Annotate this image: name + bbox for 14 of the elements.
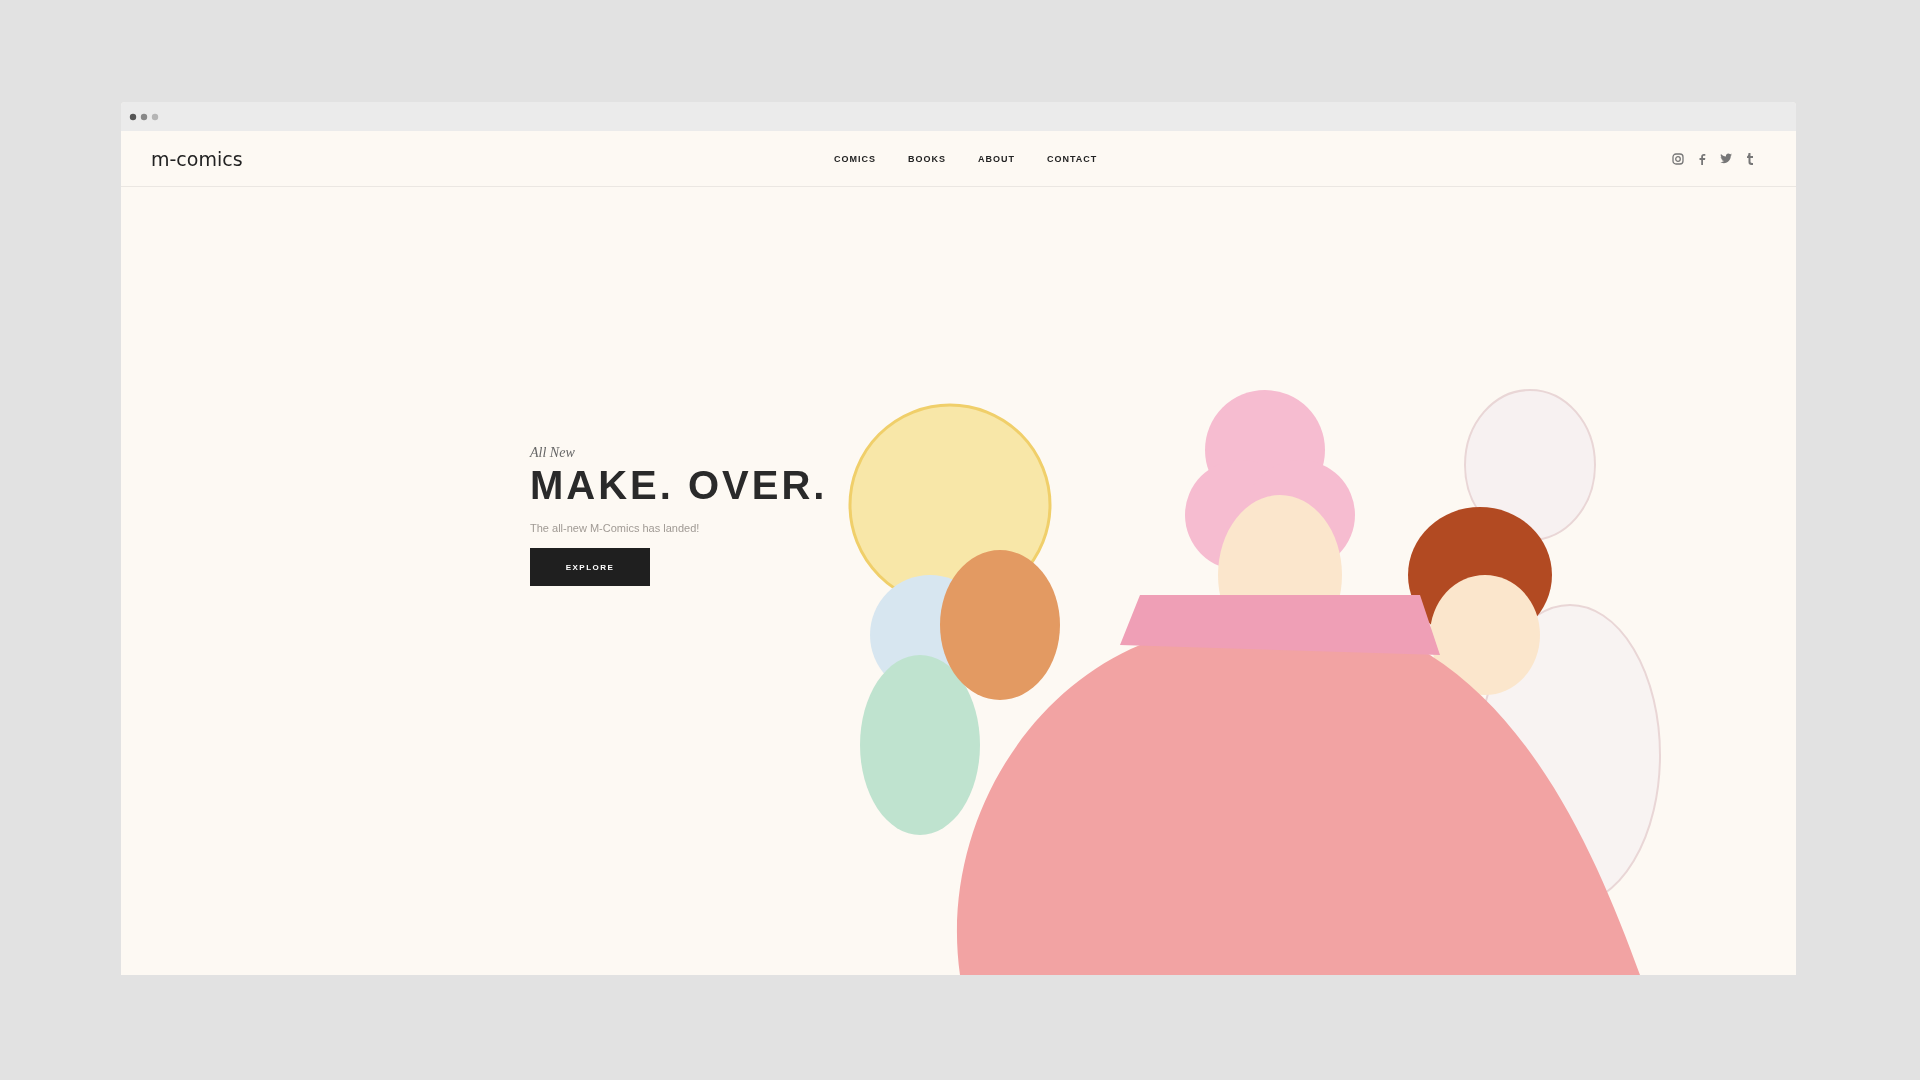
instagram-icon[interactable] <box>1672 152 1684 165</box>
nav-link[interactable]: ABOUT <box>978 153 1015 164</box>
window-controls-icon <box>129 112 159 121</box>
hero-eyebrow: All New <box>530 445 576 461</box>
hero-headline: MAKE. OVER. <box>530 463 829 508</box>
tumblr-icon[interactable] <box>1746 152 1754 165</box>
explore-button[interactable]: EXPLORE <box>530 548 650 586</box>
hero-subtitle: The all-new M-Comics has landed! <box>530 522 701 534</box>
nav-link[interactable]: CONTACT <box>1047 153 1098 164</box>
site-logo[interactable]: m-comics <box>151 147 243 170</box>
facebook-icon[interactable] <box>1698 152 1706 165</box>
nav-link[interactable]: COMICS <box>834 153 876 164</box>
nav-link[interactable]: BOOKS <box>908 153 946 164</box>
bird-icon[interactable] <box>1720 153 1732 164</box>
